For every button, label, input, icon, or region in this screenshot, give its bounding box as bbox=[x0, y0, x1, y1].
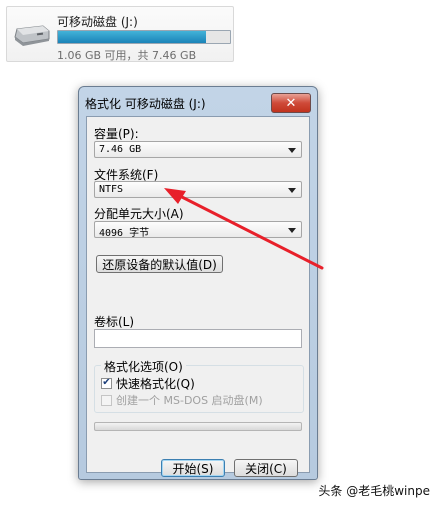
drive-tile[interactable]: 可移动磁盘 (J:) 1.06 GB 可用，共 7.46 GB bbox=[6, 6, 234, 62]
quick-format-label: 快速格式化(Q) bbox=[116, 376, 195, 391]
format-progress-bar bbox=[94, 422, 302, 431]
capacity-value: 7.46 GB bbox=[99, 144, 142, 155]
dialog-client-area: 容量(P): 7.46 GB 文件系统(F) NTFS 分配单元大小(A) 40… bbox=[86, 116, 310, 477]
drive-name: 可移动磁盘 (J:) bbox=[57, 15, 138, 29]
volume-label: 卷标(L) bbox=[94, 315, 135, 329]
chevron-down-icon bbox=[288, 228, 296, 233]
drive-usage-fill bbox=[58, 31, 206, 43]
capacity-select[interactable]: 7.46 GB bbox=[94, 141, 302, 158]
watermark: 头条 @老毛桃winpe bbox=[318, 482, 430, 499]
removable-drive-icon bbox=[14, 25, 50, 46]
quick-format-checkbox[interactable]: ✔ bbox=[101, 377, 112, 389]
drive-usage-bar bbox=[57, 30, 231, 44]
msdos-startup-label: 创建一个 MS-DOS 启动盘(M) bbox=[116, 394, 263, 407]
format-options-title: 格式化选项(O) bbox=[101, 358, 186, 375]
restore-defaults-button[interactable]: 还原设备的默认值(D) bbox=[96, 255, 223, 273]
close-button[interactable]: 关闭(C) bbox=[234, 459, 298, 477]
dialog-titlebar[interactable]: 格式化 可移动磁盘 (J:) ✕ bbox=[79, 87, 317, 115]
capacity-label: 容量(P): bbox=[94, 127, 139, 141]
allocation-value: 4096 字节 bbox=[99, 228, 150, 239]
check-icon: ✔ bbox=[102, 377, 111, 388]
allocation-select[interactable]: 4096 字节 bbox=[94, 221, 302, 239]
close-icon: ✕ bbox=[285, 95, 297, 111]
drive-free-space: 1.06 GB 可用，共 7.46 GB bbox=[57, 49, 197, 62]
watermark-text: 头条 @老毛桃winpe bbox=[318, 484, 430, 498]
format-options-group: 格式化选项(O) ✔ 快速格式化(Q) 创建一个 MS-DOS 启动盘(M) bbox=[94, 358, 304, 413]
chevron-down-icon bbox=[288, 188, 296, 193]
volume-label-input[interactable] bbox=[94, 329, 302, 348]
close-window-button[interactable]: ✕ bbox=[271, 93, 311, 113]
msdos-startup-checkbox bbox=[101, 394, 112, 406]
allocation-label: 分配单元大小(A) bbox=[94, 207, 184, 221]
msdos-startup-option: 创建一个 MS-DOS 启动盘(M) bbox=[101, 393, 263, 407]
start-button[interactable]: 开始(S) bbox=[161, 459, 225, 477]
dialog-title: 格式化 可移动磁盘 (J:) bbox=[85, 97, 206, 111]
filesystem-select[interactable]: NTFS bbox=[94, 181, 302, 198]
chevron-down-icon bbox=[288, 148, 296, 153]
format-dialog: 格式化 可移动磁盘 (J:) ✕ 容量(P): 7.46 GB 文件系统(F) … bbox=[78, 86, 318, 480]
quick-format-option[interactable]: ✔ 快速格式化(Q) bbox=[101, 376, 195, 391]
filesystem-value: NTFS bbox=[99, 184, 124, 195]
